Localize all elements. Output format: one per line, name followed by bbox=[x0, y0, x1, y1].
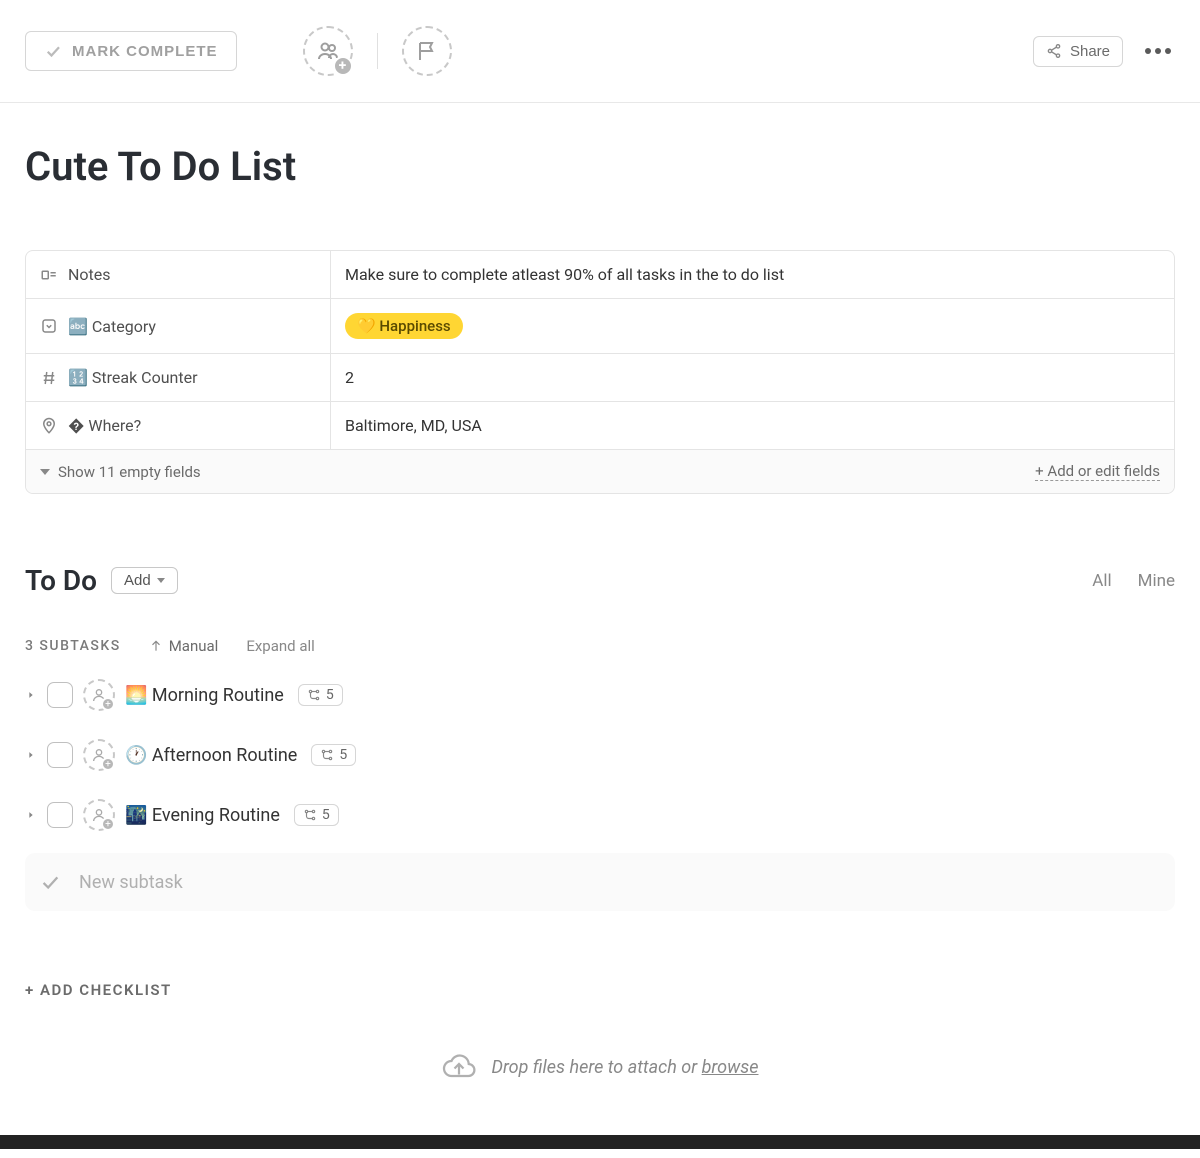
text-type-icon bbox=[40, 266, 58, 284]
subtask-toolbar: 3 SUBTASKS Manual Expand all bbox=[25, 637, 1175, 655]
mark-complete-label: MARK COMPLETE bbox=[72, 43, 218, 60]
fields-footer: Show 11 empty fields + Add or edit field… bbox=[26, 449, 1174, 493]
content: Cute To Do List Notes Make sure to compl… bbox=[0, 103, 1200, 1135]
field-label[interactable]: � Where? bbox=[26, 402, 331, 449]
top-bar: MARK COMPLETE + Share bbox=[0, 0, 1200, 103]
tab-mine[interactable]: Mine bbox=[1138, 571, 1175, 591]
subtask-name[interactable]: 🌅 Morning Routine bbox=[125, 685, 284, 706]
share-button[interactable]: Share bbox=[1033, 36, 1123, 67]
subtask-tree-icon bbox=[320, 748, 334, 762]
browse-link[interactable]: browse bbox=[702, 1057, 759, 1078]
subtask-checkbox[interactable] bbox=[47, 802, 73, 828]
field-label[interactable]: 🔤 Category bbox=[26, 299, 331, 353]
new-subtask-input[interactable]: New subtask bbox=[25, 853, 1175, 911]
assignee-button[interactable]: + bbox=[83, 679, 115, 711]
custom-fields-table: Notes Make sure to complete atleast 90% … bbox=[25, 250, 1175, 494]
field-value[interactable]: Baltimore, MD, USA bbox=[331, 402, 1174, 449]
subtask-item: + 🌃 Evening Routine 5 bbox=[25, 793, 1175, 837]
count-value: 5 bbox=[322, 807, 330, 823]
field-label[interactable]: Notes bbox=[26, 251, 331, 298]
assignee-button[interactable]: + bbox=[83, 799, 115, 831]
number-type-icon bbox=[40, 369, 58, 387]
dropdown-type-icon bbox=[40, 317, 58, 335]
field-row: � Where? Baltimore, MD, USA bbox=[26, 402, 1174, 449]
section-header: To Do Add All Mine bbox=[25, 564, 1175, 597]
subtask-count-badge[interactable]: 5 bbox=[298, 684, 343, 706]
subtask-tree-icon bbox=[303, 808, 317, 822]
tab-all[interactable]: All bbox=[1092, 571, 1111, 591]
arrow-up-icon bbox=[149, 639, 163, 653]
field-value-text[interactable]: Baltimore, MD, USA bbox=[345, 416, 482, 435]
divider bbox=[377, 33, 378, 69]
field-label[interactable]: 🔢 Streak Counter bbox=[26, 354, 331, 401]
mark-complete-button[interactable]: MARK COMPLETE bbox=[25, 31, 237, 71]
field-label-text: Notes bbox=[68, 265, 111, 284]
new-subtask-placeholder: New subtask bbox=[79, 872, 183, 893]
add-edit-fields-link[interactable]: + Add or edit fields bbox=[1035, 462, 1160, 481]
add-checklist-button[interactable]: + ADD CHECKLIST bbox=[25, 981, 1175, 999]
share-label: Share bbox=[1070, 43, 1110, 60]
show-empty-fields-toggle[interactable]: Show 11 empty fields bbox=[40, 463, 201, 481]
location-type-icon bbox=[40, 417, 58, 435]
flag-button[interactable] bbox=[402, 26, 452, 76]
subtask-item: + 🌅 Morning Routine 5 bbox=[25, 673, 1175, 717]
bottom-strip bbox=[0, 1135, 1200, 1149]
field-label-text: 🔢 Streak Counter bbox=[68, 368, 198, 387]
subtask-list: + 🌅 Morning Routine 5 + 🕐 Afternoon Rout… bbox=[25, 673, 1175, 837]
file-dropzone[interactable]: Drop files here to attach or browse bbox=[25, 1039, 1175, 1115]
cloud-upload-icon bbox=[441, 1049, 477, 1085]
expand-chevron[interactable] bbox=[25, 750, 37, 760]
caret-down-icon bbox=[157, 578, 165, 583]
share-icon bbox=[1046, 43, 1062, 59]
subtask-count-badge[interactable]: 5 bbox=[294, 804, 339, 826]
field-label-text: � Where? bbox=[68, 416, 141, 435]
caret-down-icon bbox=[40, 469, 50, 475]
plus-badge-icon: + bbox=[333, 56, 353, 76]
plus-badge-icon: + bbox=[101, 757, 115, 771]
field-row: Notes Make sure to complete atleast 90% … bbox=[26, 251, 1174, 299]
more-options-button[interactable] bbox=[1141, 44, 1175, 58]
subtask-name[interactable]: 🕐 Afternoon Routine bbox=[125, 745, 297, 766]
field-value[interactable]: Make sure to complete atleast 90% of all… bbox=[331, 251, 1174, 298]
dropzone-text: Drop files here to attach or browse bbox=[491, 1057, 758, 1078]
todo-section: To Do Add All Mine 3 SUBTASKS Manual Exp… bbox=[25, 564, 1175, 911]
check-icon bbox=[44, 42, 62, 60]
category-tag[interactable]: 💛 Happiness bbox=[345, 313, 463, 339]
plus-badge-icon: + bbox=[101, 697, 115, 711]
page-title[interactable]: Cute To Do List bbox=[25, 143, 1175, 190]
subtask-count-badge[interactable]: 5 bbox=[311, 744, 356, 766]
subtask-filter-tabs: All Mine bbox=[1092, 571, 1175, 591]
expand-chevron[interactable] bbox=[25, 690, 37, 700]
subtask-item: + 🕐 Afternoon Routine 5 bbox=[25, 733, 1175, 777]
subtask-tree-icon bbox=[307, 688, 321, 702]
subtask-checkbox[interactable] bbox=[47, 682, 73, 708]
subtask-name[interactable]: 🌃 Evening Routine bbox=[125, 805, 280, 826]
section-title: To Do bbox=[25, 564, 97, 597]
field-value[interactable]: 💛 Happiness bbox=[331, 299, 1174, 353]
plus-badge-icon: + bbox=[101, 817, 115, 831]
expand-all-link[interactable]: Expand all bbox=[246, 637, 314, 655]
assignee-button[interactable]: + bbox=[83, 739, 115, 771]
field-label-text: 🔤 Category bbox=[68, 317, 156, 336]
add-people-button[interactable]: + bbox=[303, 26, 353, 76]
add-subtask-button[interactable]: Add bbox=[111, 567, 178, 594]
subtask-checkbox[interactable] bbox=[47, 742, 73, 768]
count-value: 5 bbox=[339, 747, 347, 763]
sort-toggle[interactable]: Manual bbox=[149, 637, 219, 655]
count-value: 5 bbox=[326, 687, 334, 703]
field-row: 🔤 Category 💛 Happiness bbox=[26, 299, 1174, 354]
field-value-text[interactable]: 2 bbox=[345, 368, 354, 387]
flag-icon bbox=[415, 39, 439, 63]
sort-label: Manual bbox=[169, 637, 219, 655]
check-icon bbox=[39, 871, 61, 893]
add-label: Add bbox=[124, 572, 151, 589]
expand-chevron[interactable] bbox=[25, 810, 37, 820]
field-row: 🔢 Streak Counter 2 bbox=[26, 354, 1174, 402]
subtask-count: 3 SUBTASKS bbox=[25, 638, 121, 654]
field-value[interactable]: 2 bbox=[331, 354, 1174, 401]
show-empty-label: Show 11 empty fields bbox=[58, 463, 201, 481]
field-value-text[interactable]: Make sure to complete atleast 90% of all… bbox=[345, 265, 784, 284]
